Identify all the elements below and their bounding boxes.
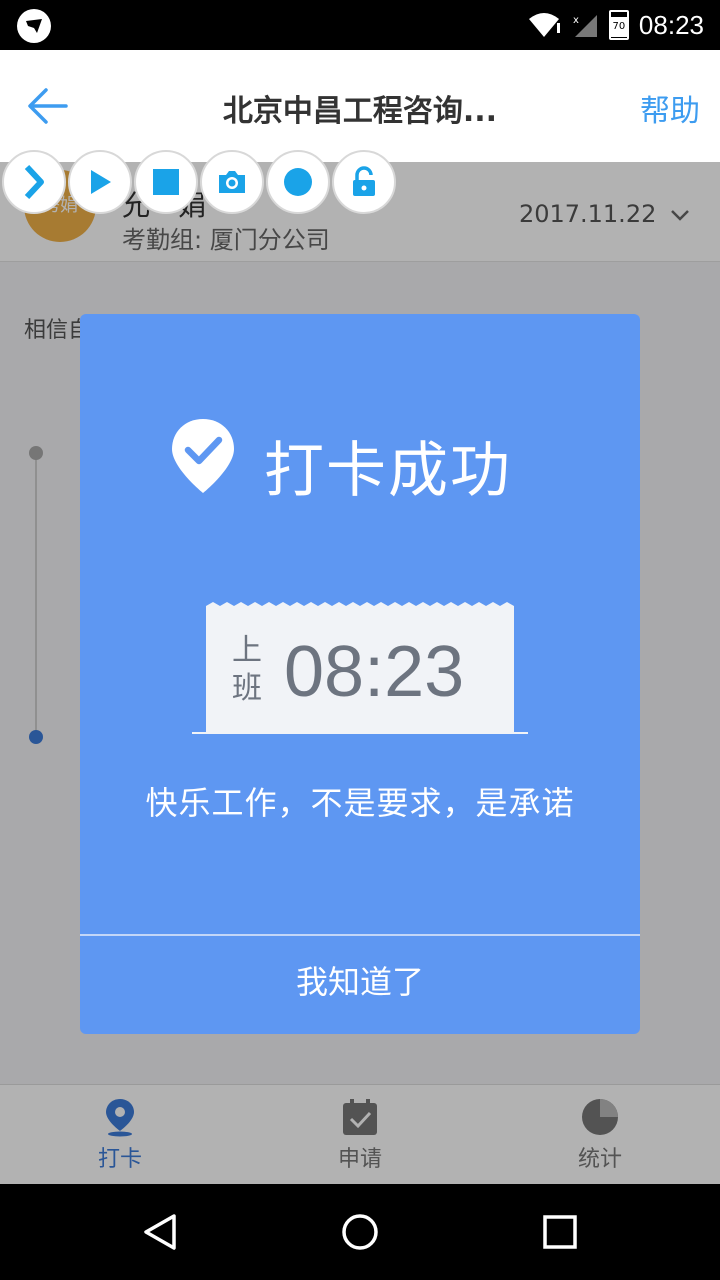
record-icon — [284, 168, 312, 196]
help-button[interactable]: 帮助 — [640, 86, 700, 130]
chevron-right-icon — [24, 164, 44, 200]
wifi-icon — [528, 13, 560, 37]
play-icon — [91, 170, 111, 194]
back-arrow-icon[interactable] — [26, 84, 70, 128]
punch-success-dialog: 打卡成功 上班 08:23 快乐工作，不是要求，是承诺 我知道了 — [80, 314, 640, 1034]
ticket-base-line — [192, 732, 528, 734]
app-notification-icon — [17, 9, 51, 43]
page-title: 北京中昌工程咨询... — [222, 94, 498, 129]
record-button[interactable] — [266, 150, 330, 214]
status-time: 08:23 — [638, 9, 704, 40]
got-it-button[interactable]: 我知道了 — [80, 936, 640, 1034]
status-bar: x 70 08:23 — [0, 0, 720, 50]
camera-icon — [219, 171, 245, 193]
home-circle-icon[interactable] — [340, 1212, 380, 1252]
system-nav-bar — [0, 1184, 720, 1280]
battery-icon: 70 — [608, 10, 629, 40]
battery-level: 70 — [610, 17, 627, 37]
svg-text:x: x — [573, 15, 579, 26]
stop-icon — [153, 169, 179, 195]
lock-button[interactable] — [332, 150, 396, 214]
screenshot-button[interactable] — [200, 150, 264, 214]
play-button[interactable] — [68, 150, 132, 214]
shift-type: 上班 — [232, 633, 262, 706]
recents-square-icon[interactable] — [540, 1212, 580, 1252]
stop-button[interactable] — [134, 150, 198, 214]
signal-icon: x — [573, 15, 597, 37]
punch-time: 08:23 — [284, 632, 465, 712]
dialog-title: 打卡成功 — [264, 436, 512, 506]
floating-toolbar — [0, 150, 396, 216]
back-triangle-icon[interactable] — [140, 1212, 180, 1252]
app-header: 北京中昌工程咨询... 帮助 — [0, 50, 720, 162]
expand-button[interactable] — [2, 150, 66, 214]
unlock-icon — [353, 166, 375, 196]
dialog-motto: 快乐工作，不是要求，是承诺 — [145, 784, 575, 822]
check-pin-icon — [172, 419, 234, 493]
